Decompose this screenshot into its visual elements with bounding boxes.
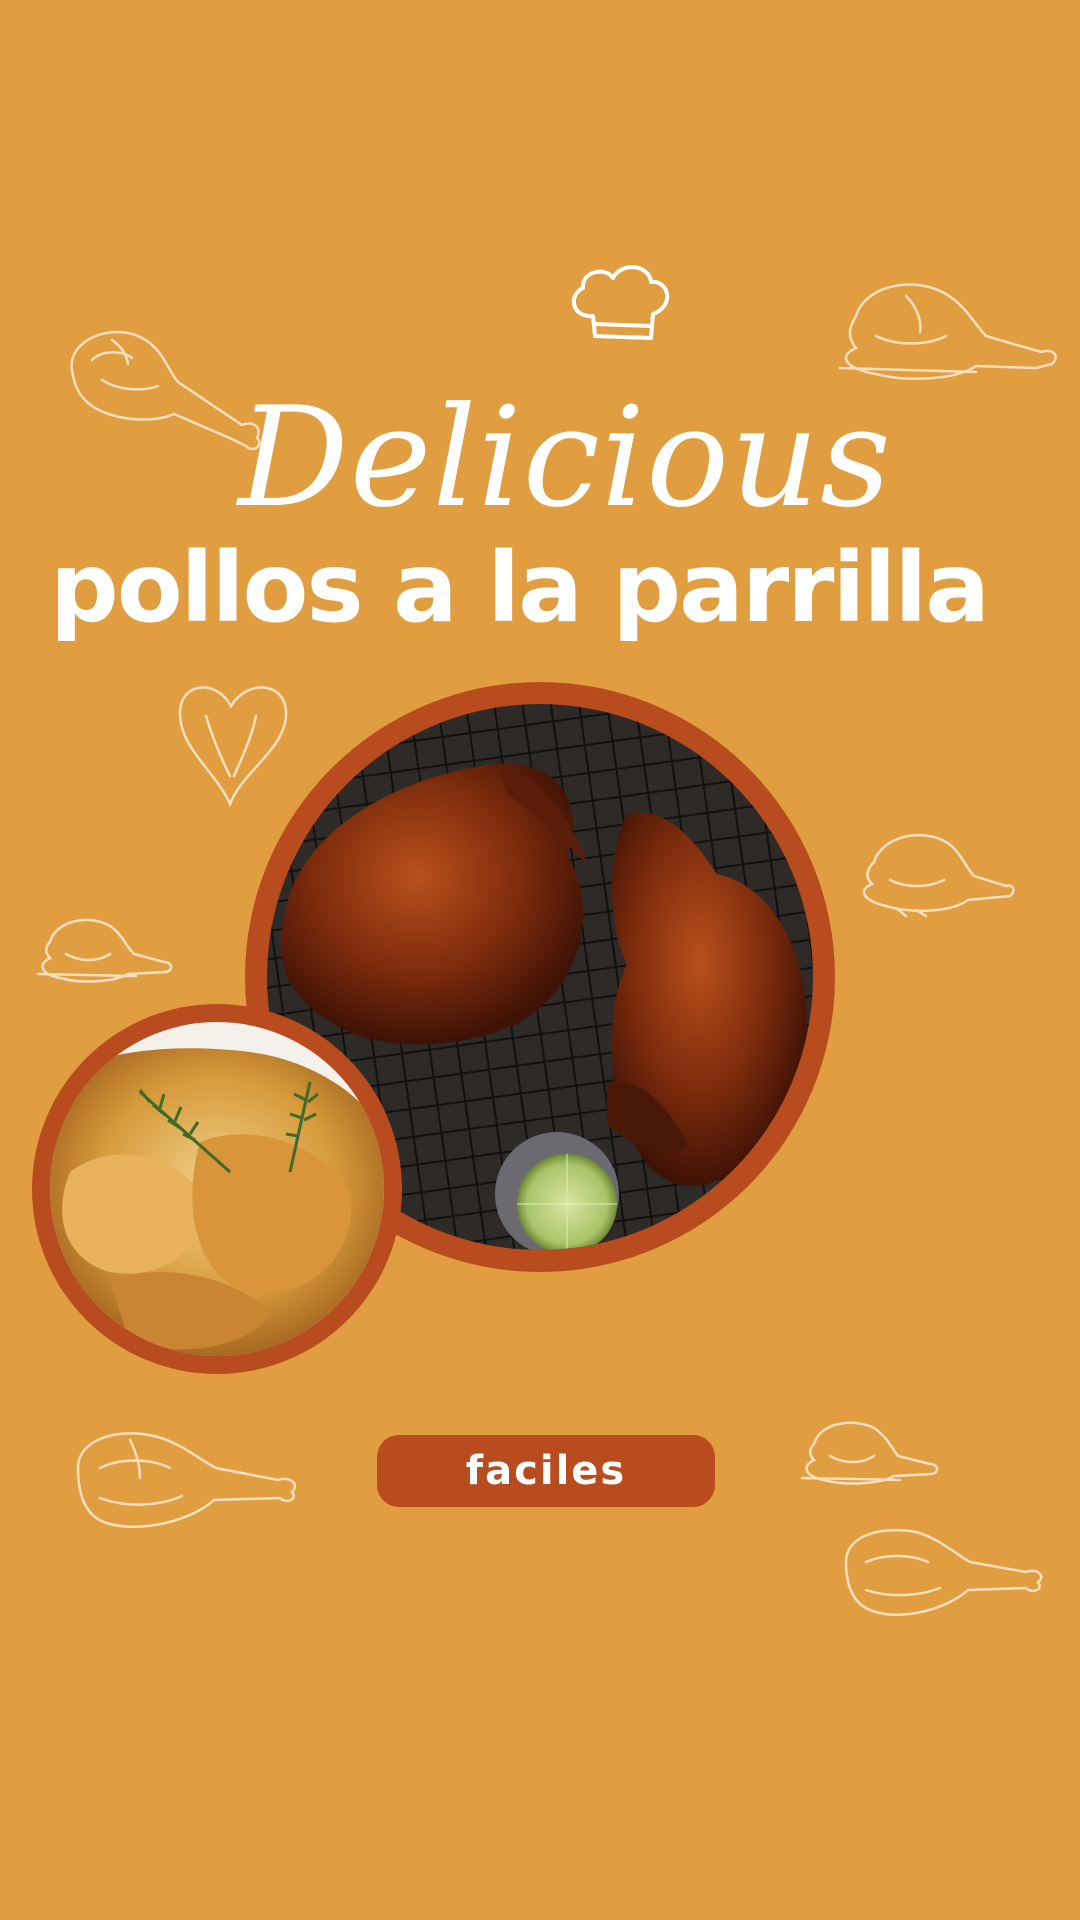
chef-hat-icon bbox=[565, 262, 675, 348]
chicken-breast-icon bbox=[176, 676, 291, 811]
faciles-badge[interactable]: faciles bbox=[377, 1435, 715, 1507]
roast-chicken-icon bbox=[36, 914, 176, 984]
roast-chicken-icon bbox=[856, 828, 1016, 918]
script-title: Delicious bbox=[238, 377, 892, 538]
chicken-wings-photo bbox=[32, 1004, 402, 1374]
roast-chicken-icon bbox=[800, 1418, 940, 1486]
chicken-leg-icon bbox=[838, 1526, 1048, 1626]
roast-chicken-icon bbox=[836, 276, 1061, 386]
chicken-leg-icon bbox=[70, 1428, 302, 1538]
main-title: pollos a la parrilla bbox=[50, 532, 990, 644]
